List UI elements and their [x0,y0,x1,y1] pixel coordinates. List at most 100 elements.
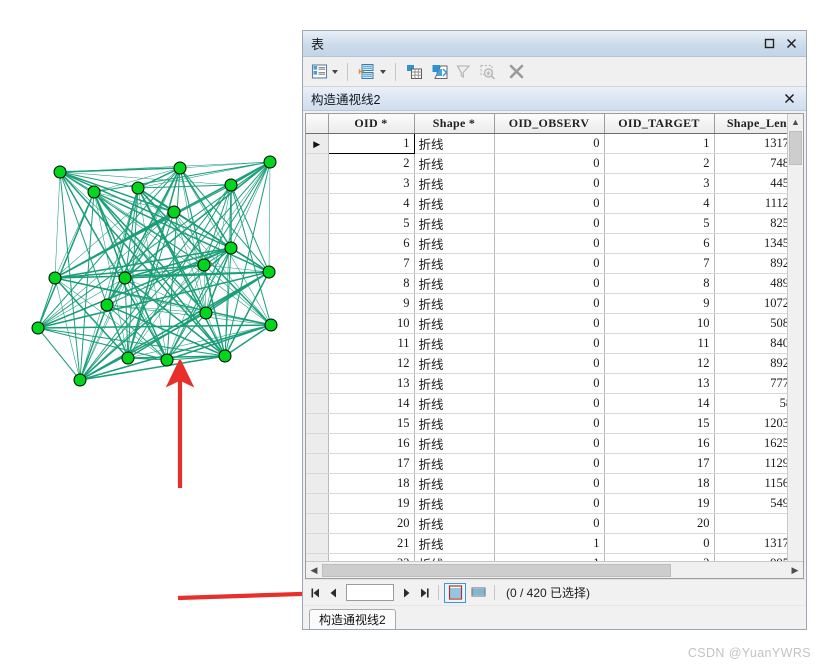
table-row[interactable]: 11折线011840. 3 [306,333,787,354]
row-selector-cell[interactable] [306,353,329,374]
cell-tgt[interactable]: 4 [604,193,715,214]
cell-oid[interactable]: 19 [328,493,415,514]
cell-oid[interactable]: 14 [328,393,415,414]
cell-oid[interactable]: 4 [328,193,415,214]
table-row[interactable]: 5折线05825. 8 [306,213,787,234]
cell-len[interactable]: 549. 0 [714,493,787,514]
record-number-input[interactable] [346,584,394,601]
cell-len[interactable]: 1156. 6 [714,473,787,494]
cell-tgt[interactable]: 12 [604,353,715,374]
cell-oid[interactable]: 13 [328,373,415,394]
close-icon[interactable] [778,89,800,109]
cell-obs[interactable]: 0 [494,313,605,334]
cell-len[interactable]: 1129. 2 [714,453,787,474]
cell-obs[interactable]: 1 [494,553,605,561]
cell-oid[interactable]: 12 [328,353,415,374]
cell-len[interactable]: 1345. 0 [714,233,787,254]
table-row[interactable]: 21折线101317. 3 [306,533,787,554]
cell-obs[interactable]: 0 [494,293,605,314]
cell-tgt[interactable]: 16 [604,433,715,454]
cell-shape[interactable]: 折线 [414,373,495,394]
show-all-records-icon[interactable] [444,582,466,603]
row-selector-cell[interactable] [306,273,329,294]
scroll-right-icon[interactable]: ▶ [787,562,803,578]
cell-shape[interactable]: 折线 [414,353,495,374]
cell-len[interactable]: 445. 9 [714,173,787,194]
cell-oid[interactable]: 21 [328,533,415,554]
cell-shape[interactable]: 折线 [414,493,495,514]
column-header-tgt[interactable]: OID_TARGET [604,114,715,134]
cell-obs[interactable]: 0 [494,373,605,394]
cell-oid[interactable]: 15 [328,413,415,434]
cell-tgt[interactable]: 19 [604,493,715,514]
cell-len[interactable]: 1112. 8 [714,193,787,214]
table-row[interactable]: 6折线061345. 0 [306,233,787,254]
cell-oid[interactable]: 6 [328,233,415,254]
cell-shape[interactable]: 折线 [414,553,495,561]
previous-record-icon[interactable] [325,584,342,602]
row-selector-cell[interactable] [306,253,329,274]
cell-tgt[interactable]: 0 [604,533,715,554]
cell-oid[interactable]: 3 [328,173,415,194]
row-selector-cell[interactable] [306,173,329,194]
row-selector-cell[interactable] [306,313,329,334]
cell-shape[interactable]: 折线 [414,173,495,194]
cell-oid[interactable]: 1 [327,132,415,154]
column-header-len[interactable]: Shape_Leng [714,114,787,134]
table-row[interactable]: 20 折线 0 20 [306,513,787,534]
cell-tgt[interactable]: 14 [604,393,715,414]
cell-tgt[interactable]: 2 [604,553,715,561]
table-row[interactable]: ▶1折线011317. 3 [306,132,787,154]
cell-shape[interactable]: 折线 [414,413,495,434]
cell-oid[interactable]: 11 [328,333,415,354]
cell-obs[interactable]: 0 [494,493,605,514]
cell-obs[interactable]: 0 [494,453,605,474]
cell-obs[interactable]: 0 [494,173,605,194]
table-row[interactable]: 15折线0151203. 7 [306,413,787,434]
cell-len[interactable]: 587. [714,393,787,414]
cell-tgt[interactable]: 3 [604,173,715,194]
cell-tgt[interactable]: 13 [604,373,715,394]
cell-tgt[interactable]: 8 [604,273,715,294]
row-selector-cell[interactable] [306,373,329,394]
row-selector-cell[interactable] [306,153,329,174]
table-row[interactable]: 17折线0171129. 2 [306,453,787,474]
table-row[interactable]: 13折线013777. 3 [306,373,787,394]
table-row[interactable]: 16折线0161625. 6 [306,433,787,454]
table-row[interactable]: 2折线02748. 5 [306,153,787,174]
cell-obs[interactable]: 0 [494,353,605,374]
cell-oid[interactable]: 8 [328,273,415,294]
cell-shape[interactable]: 折线 [414,213,495,234]
map-canvas[interactable] [0,0,300,668]
cell-oid[interactable]: 22 [328,553,415,561]
table-row[interactable]: 8折线08489. 6 [306,273,787,294]
vertical-scroll-thumb[interactable] [789,131,802,165]
cell-tgt[interactable]: 11 [604,333,715,354]
row-selector-cell[interactable] [306,553,329,561]
cell-obs[interactable]: 0 [494,273,605,294]
row-selector-cell[interactable] [306,233,329,254]
visibility-network-graph[interactable] [28,150,290,400]
cell-obs[interactable]: 0 [494,393,605,414]
cell-tgt[interactable]: 15 [604,413,715,434]
cell-tgt[interactable]: 20 [604,513,715,534]
cell-len[interactable]: 1203. 7 [714,413,787,434]
row-selector-cell[interactable] [306,213,329,234]
cell-shape[interactable]: 折线 [414,433,495,454]
cell-obs[interactable]: 0 [494,433,605,454]
horizontal-scrollbar[interactable]: ◀ ▶ [306,561,803,578]
cell-len[interactable]: 825. 8 [714,213,787,234]
zoom-to-selected-button[interactable] [453,60,474,84]
scroll-up-icon[interactable]: ▲ [787,114,803,130]
cell-len[interactable] [714,513,787,534]
cell-obs[interactable]: 0 [494,193,605,214]
cell-obs[interactable]: 0 [494,133,605,154]
switch-selection-button[interactable] [428,60,451,84]
cell-shape[interactable]: 折线 [414,453,495,474]
row-selector-cell[interactable] [306,433,329,454]
cell-oid[interactable]: 5 [328,213,415,234]
cell-oid[interactable]: 9 [328,293,415,314]
related-tables-button[interactable] [355,60,388,84]
row-selector-cell[interactable] [306,493,329,514]
cell-shape[interactable]: 折线 [414,253,495,274]
